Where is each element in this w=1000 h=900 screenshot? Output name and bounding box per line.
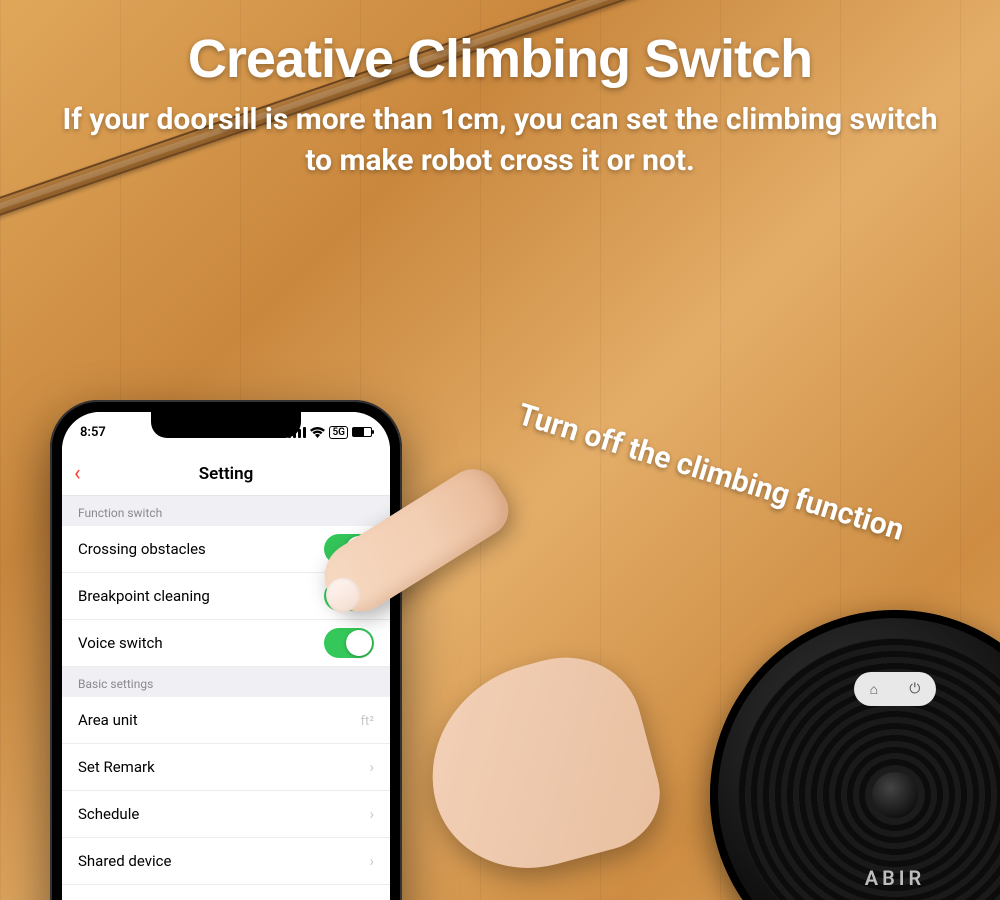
phone-notch [151,412,301,438]
wifi-icon [310,427,325,438]
toggle-crossing[interactable] [324,534,374,564]
row-label: Voice switch [78,634,163,652]
status-icons: 5G [288,426,372,439]
row-label: Schedule [78,805,139,823]
robot-top-buttons: ⌂ ⏻ [854,672,936,706]
nav-bar: ‹ Setting [62,452,390,496]
phone-mockup: 8:57 5G ‹ Setting Function switch Crossi… [50,400,402,900]
row-value: ft² [360,714,374,729]
toggle-voice[interactable] [324,628,374,658]
headline-text: Creative Climbing Switch [0,28,1000,90]
row-voice-switch[interactable]: Voice switch [62,620,390,667]
row-label: Breakpoint cleaning [78,587,210,605]
marketing-panel: Creative Climbing Switch If your doorsil… [0,0,1000,900]
network-badge: 5G [329,426,348,439]
row-set-remark[interactable]: Set Remark › [62,744,390,791]
robot-camera [872,772,918,818]
robot-brand-label: ABIR [865,866,926,890]
power-icon: ⏻ [909,681,920,697]
status-time: 8:57 [80,425,106,440]
home-icon: ⌂ [870,681,878,698]
row-crossing-obstacles[interactable]: Crossing obstacles [62,526,390,573]
row-shared-device[interactable]: Shared device › [62,838,390,885]
row-label: Set Remark [78,758,155,776]
row-label: Crossing obstacles [78,540,206,558]
phone-screen: 8:57 5G ‹ Setting Function switch Crossi… [62,412,390,900]
chevron-right-icon: › [369,805,374,823]
toggle-breakpoint[interactable] [324,581,374,611]
row-label: Shared device [78,852,171,870]
subheadline-text: If your doorsill is more than 1cm, you c… [60,100,940,181]
battery-icon [352,427,372,437]
row-check-update[interactable]: Check for update 1.0.0_01010023_00410042 [62,885,390,900]
row-label: Area unit [78,711,138,729]
row-schedule[interactable]: Schedule › [62,791,390,838]
section-header-function: Function switch [62,496,390,526]
chevron-right-icon: › [369,758,374,776]
back-button[interactable]: ‹ [74,461,81,486]
section-header-basic: Basic settings [62,667,390,697]
row-area-unit[interactable]: Area unit ft² [62,697,390,744]
chevron-right-icon: › [369,852,374,870]
nav-title: Setting [199,464,254,484]
row-breakpoint-cleaning[interactable]: Breakpoint cleaning [62,573,390,620]
